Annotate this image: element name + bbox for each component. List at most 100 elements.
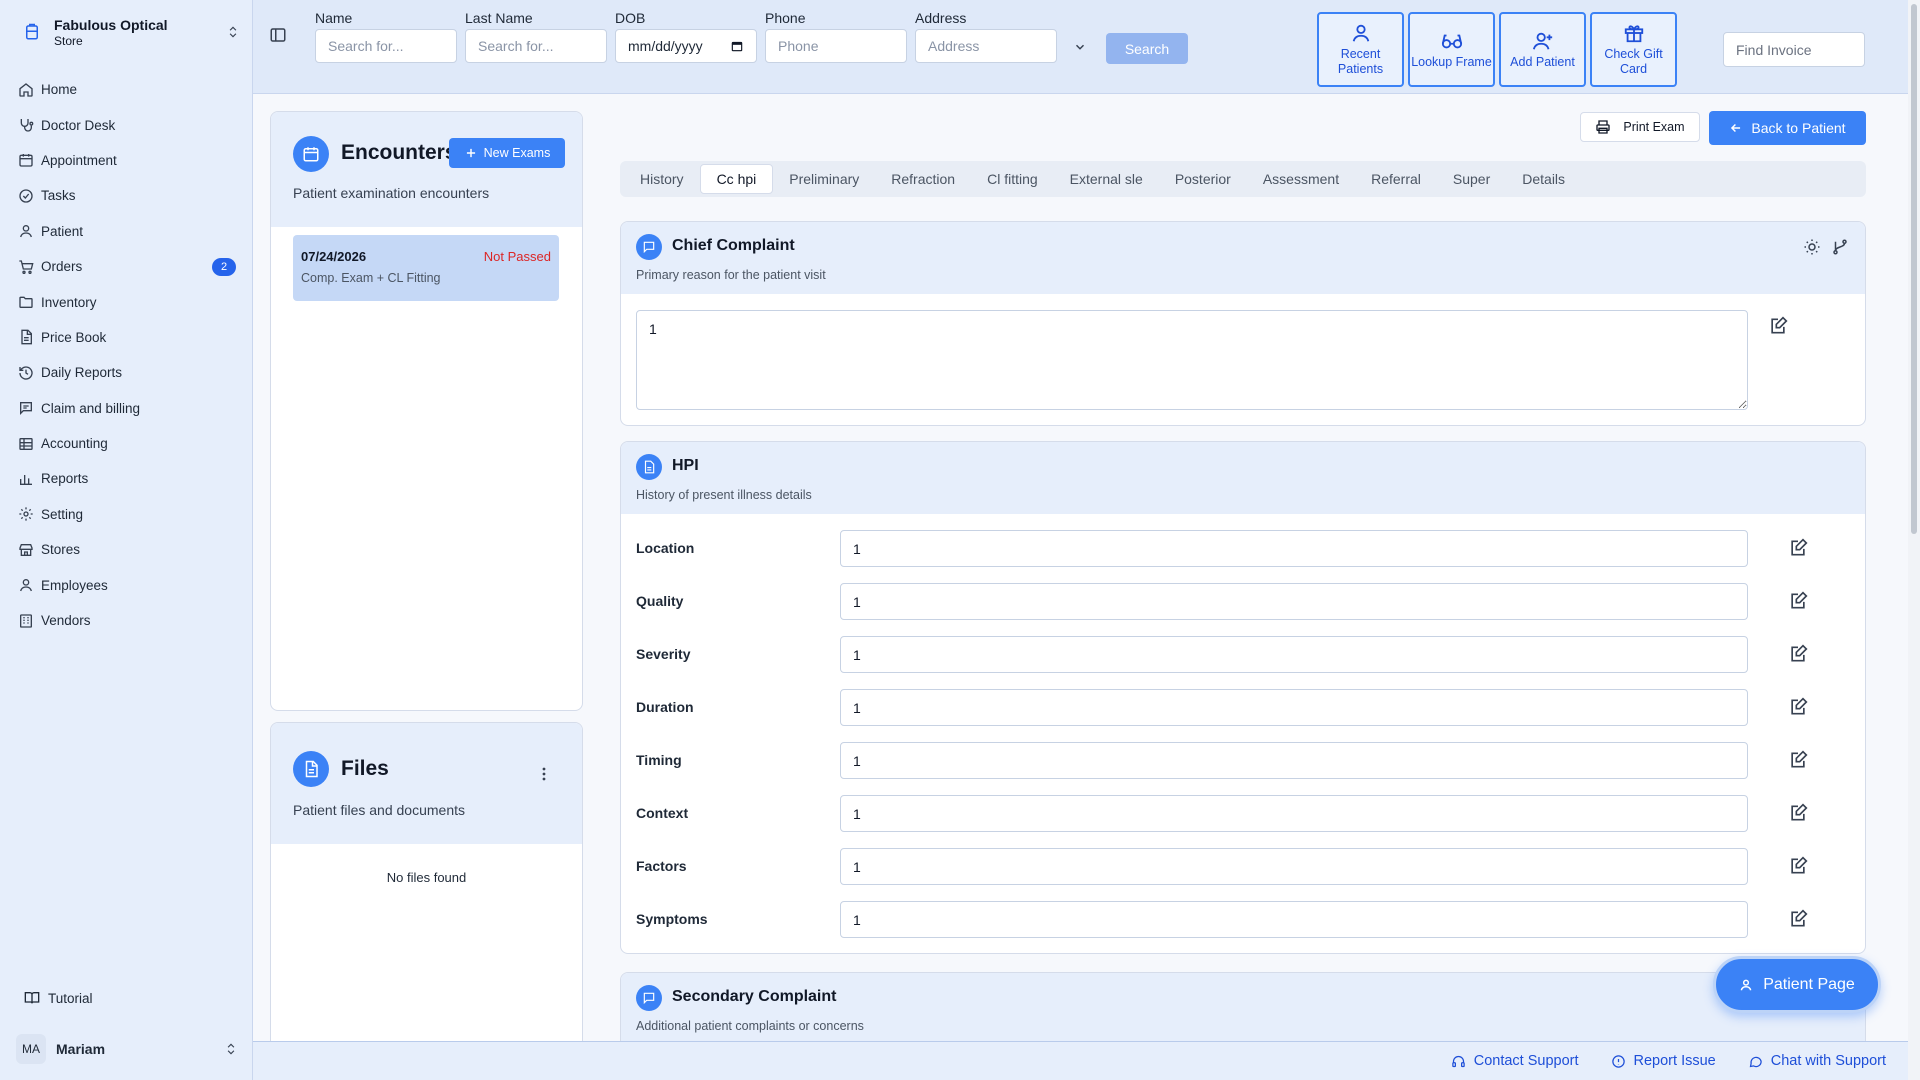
last-name-search-group: Last Name Search for... [465, 10, 607, 63]
phone-search-input[interactable]: Phone [765, 29, 907, 63]
chief-complaint-textarea[interactable]: 1 [636, 310, 1748, 410]
notepad-edit-icon[interactable] [1788, 591, 1808, 611]
sidebar-item-vendors[interactable]: Vendors [14, 603, 240, 638]
sidebar-item-price-book[interactable]: Price Book [14, 320, 240, 355]
notepad-edit-icon[interactable] [1768, 316, 1788, 336]
sidebar-item-tasks[interactable]: Tasks [14, 178, 240, 213]
sidebar-item-label: Daily Reports [41, 365, 123, 381]
dob-input[interactable]: mm/dd/yyyy [615, 29, 757, 63]
hpi-label: Factors [636, 858, 687, 874]
hpi-factors-input[interactable]: 1 [840, 848, 1748, 885]
chat-bubble-icon [1748, 1054, 1763, 1069]
glasses-icon [1441, 30, 1463, 52]
notepad-edit-icon[interactable] [1788, 644, 1808, 664]
scrollbar-thumb[interactable] [1911, 4, 1917, 534]
sidebar-item-stores[interactable]: Stores [14, 532, 240, 567]
hpi-severity-input[interactable]: 1 [840, 636, 1748, 673]
notepad-edit-icon[interactable] [1788, 909, 1808, 929]
sidebar-item-label: Tasks [41, 188, 76, 204]
tab-cl-fitting[interactable]: Cl fitting [971, 164, 1054, 194]
sidebar-item-orders[interactable]: Orders 2 [14, 249, 240, 284]
notepad-edit-icon[interactable] [1788, 538, 1808, 558]
recent-patients-label: Recent Patients [1337, 47, 1384, 76]
store-switcher[interactable]: Fabulous Optical Store [20, 14, 240, 50]
tab-super[interactable]: Super [1437, 164, 1506, 194]
tab-preliminary[interactable]: Preliminary [773, 164, 875, 194]
cart-icon [18, 259, 34, 275]
sun-icon[interactable] [1803, 238, 1821, 256]
sidebar-item-label: Inventory [41, 294, 97, 310]
notepad-edit-icon[interactable] [1788, 856, 1808, 876]
sidebar-item-employees[interactable]: Employees [14, 567, 240, 602]
sidebar-item-daily-reports[interactable]: Daily Reports [14, 355, 240, 390]
patient-page-button[interactable]: Patient Page [1713, 956, 1881, 1013]
tab-history[interactable]: History [624, 164, 700, 194]
hpi-timing-input[interactable]: 1 [840, 742, 1748, 779]
last-name-search-input[interactable]: Search for... [465, 29, 607, 63]
tab-cc-hpi[interactable]: Cc hpi [699, 164, 774, 194]
search-button[interactable]: Search [1106, 33, 1188, 64]
bar-chart-icon [18, 471, 34, 487]
store-type: Store [54, 33, 83, 48]
tab-details[interactable]: Details [1506, 164, 1581, 194]
recent-patients-button[interactable]: Recent Patients [1317, 12, 1404, 87]
contact-support-link[interactable]: Contact Support [1451, 1053, 1579, 1069]
print-exam-button[interactable]: Print Exam [1580, 112, 1700, 142]
chief-complaint-section: Chief Complaint Primary reason for the p… [620, 221, 1866, 426]
sidebar-item-inventory[interactable]: Inventory [14, 284, 240, 319]
print-exam-label: Print Exam [1623, 120, 1685, 134]
files-title: Files [341, 757, 389, 780]
user-icon [1350, 22, 1372, 44]
notepad-edit-icon[interactable] [1788, 697, 1808, 717]
sidebar-item-setting[interactable]: Setting [14, 497, 240, 532]
hpi-row-timing: Timing 1 [636, 742, 1836, 780]
store-name: Fabulous Optical [54, 16, 168, 33]
user-menu[interactable]: MA Mariam [16, 1034, 238, 1064]
tab-posterior[interactable]: Posterior [1159, 164, 1247, 194]
tab-assessment[interactable]: Assessment [1247, 164, 1355, 194]
chat-support-link[interactable]: Chat with Support [1748, 1053, 1886, 1069]
file-text-icon [636, 454, 662, 480]
encounter-item[interactable]: 07/24/2026 Not Passed Comp. Exam + CL Fi… [293, 235, 559, 301]
name-search-input[interactable]: Search for... [315, 29, 457, 63]
headset-icon [1451, 1054, 1466, 1069]
add-patient-button[interactable]: Add Patient [1499, 12, 1586, 87]
check-gift-card-button[interactable]: Check Gift Card [1590, 12, 1677, 87]
git-branch-icon[interactable] [1831, 238, 1849, 256]
sidebar-item-patient[interactable]: Patient [14, 214, 240, 249]
sidebar-item-home[interactable]: Home [14, 72, 240, 107]
tab-referral[interactable]: Referral [1355, 164, 1437, 194]
sidebar-item-accounting[interactable]: Accounting [14, 426, 240, 461]
notepad-edit-icon[interactable] [1788, 803, 1808, 823]
lookup-frame-button[interactable]: Lookup Frame [1408, 12, 1495, 87]
hpi-context-input[interactable]: 1 [840, 795, 1748, 832]
hpi-quality-input[interactable]: 1 [840, 583, 1748, 620]
hpi-subtitle: History of present illness details [636, 488, 812, 502]
hpi-duration-input[interactable]: 1 [840, 689, 1748, 726]
user-plus-icon [1532, 30, 1554, 52]
sidebar-toggle-icon[interactable] [269, 26, 287, 44]
sidebar-item-appointment[interactable]: Appointment [14, 143, 240, 178]
tab-external-sle[interactable]: External sle [1054, 164, 1159, 194]
report-issue-label: Report Issue [1633, 1053, 1716, 1069]
hpi-label: Severity [636, 646, 691, 662]
back-to-patient-button[interactable]: Back to Patient [1709, 111, 1866, 145]
more-vertical-icon[interactable] [542, 767, 546, 781]
phone-search-group: Phone Phone [765, 10, 907, 63]
sidebar-item-reports[interactable]: Reports [14, 461, 240, 496]
sidebar-item-claim-billing[interactable]: Claim and billing [14, 391, 240, 426]
report-issue-link[interactable]: Report Issue [1611, 1053, 1716, 1069]
tutorial-link[interactable]: Tutorial [24, 990, 93, 1006]
hpi-symptoms-input[interactable]: 1 [840, 901, 1748, 938]
sidebar-item-doctor-desk[interactable]: Doctor Desk [14, 107, 240, 142]
chevron-down-icon[interactable] [1073, 40, 1087, 54]
encounter-type: Comp. Exam + CL Fitting [301, 271, 441, 285]
hpi-section: HPI History of present illness details L… [620, 441, 1866, 954]
notepad-edit-icon[interactable] [1788, 750, 1808, 770]
find-invoice-input[interactable]: Find Invoice [1723, 32, 1865, 67]
address-search-input[interactable]: Address [915, 29, 1057, 63]
new-exams-button[interactable]: New Exams [449, 138, 565, 168]
page-scrollbar[interactable] [1908, 0, 1920, 1080]
tab-refraction[interactable]: Refraction [875, 164, 971, 194]
hpi-location-input[interactable]: 1 [840, 530, 1748, 567]
